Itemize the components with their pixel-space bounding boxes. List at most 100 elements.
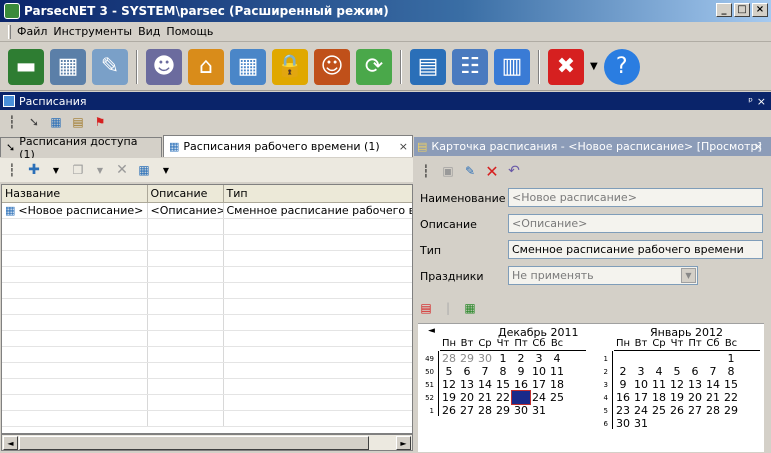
description-field[interactable]: <Описание> [508,214,763,233]
calendar-day[interactable]: 9 [512,365,530,378]
chevron-down-icon[interactable]: ▼ [48,162,64,178]
calendar-day[interactable]: 26 [440,404,458,417]
horizontal-scrollbar[interactable]: ◄ ► [1,434,413,451]
calendar-day[interactable]: 18 [650,391,668,404]
column-header-name[interactable]: Название [2,185,148,203]
chevron-down-icon[interactable]: ▼ [590,61,598,72]
chevron-down-icon[interactable]: ▼ [92,162,108,178]
calendar-day[interactable]: 15 [494,378,512,391]
calendar-day[interactable]: 19 [440,391,458,404]
calendar-day[interactable]: 8 [494,365,512,378]
calendar-day[interactable]: 6 [686,365,704,378]
scroll-thumb[interactable] [19,436,369,450]
calendar-day[interactable]: 14 [476,378,494,391]
undo-icon[interactable]: ↶ [506,163,522,179]
calendar-day[interactable]: 12 [440,378,458,391]
pin-icon[interactable]: ᵖ [748,95,753,108]
scroll-right-button[interactable]: ► [396,436,411,450]
edit-icon[interactable]: ✎ [462,163,478,179]
org-chart-icon[interactable]: ☷ [452,48,488,85]
calendar-day[interactable]: 1 [494,352,512,365]
calendar-day[interactable]: 30 [614,417,632,430]
calendar-day[interactable]: 1 [722,352,740,365]
calendar-day[interactable]: 11 [548,365,566,378]
calendar-day[interactable]: 2 [614,365,632,378]
tab-close-button[interactable]: × [399,140,408,153]
calendar-day[interactable]: 22 [722,391,740,404]
calendar-day[interactable]: 3 [530,352,548,365]
table-row[interactable]: ▦ <Новое расписание> <Описание> Сменное р… [2,202,412,219]
calendar-day[interactable]: 26 [668,404,686,417]
calendar-day[interactable]: 6 [458,365,476,378]
calendar-day[interactable]: 20 [686,391,704,404]
network-card-icon[interactable]: ▬ [8,48,44,85]
minimize-button[interactable]: _ [716,3,732,17]
calendar-day[interactable]: 27 [458,404,476,417]
calendar-day[interactable]: 30 [512,404,530,417]
document-icon[interactable]: ▤ [70,114,86,130]
calendar-day[interactable]: 14 [704,378,722,391]
document-edit-icon[interactable]: ✎ [92,48,128,85]
calendar-day[interactable]: 12 [668,378,686,391]
panel-close-button[interactable]: × [757,95,766,108]
flag-icon[interactable]: ⚑ [92,114,108,130]
calendar-day[interactable]: 25 [548,391,566,404]
add-icon[interactable]: ✚ [26,162,42,178]
tab-access-schedules[interactable]: ➘ Расписания доступа (1) [0,135,162,161]
tab-work-schedules[interactable]: ▦ Расписания рабочего времени (1) × [163,135,413,157]
calendar-day[interactable]: 7 [704,365,722,378]
legend-icon[interactable]: ▦ [462,300,478,316]
calendar-day[interactable]: 4 [650,365,668,378]
calendar-icon[interactable]: ▥ [494,48,530,85]
calendar-day[interactable]: 28 [704,404,722,417]
calendar-day[interactable]: 2 [512,352,530,365]
close-button[interactable]: × [752,3,768,17]
today-icon[interactable]: ▤ [418,300,434,316]
delete-icon[interactable]: ✕ [484,162,500,181]
column-header-description[interactable]: Описание [147,185,224,203]
calendar-day[interactable]: 13 [686,378,704,391]
calendar-day[interactable]: 24 [632,404,650,417]
calendar-day[interactable]: 27 [686,404,704,417]
copy-icon[interactable]: ❐ [70,162,86,178]
calendar-day[interactable]: 17 [530,378,548,391]
calendar-day[interactable]: 28 [440,352,458,365]
calendar-day[interactable]: 24 [530,391,548,404]
work-schedule-icon[interactable]: ▦ [48,114,64,130]
calendar-day[interactable]: 7 [476,365,494,378]
calendar-day[interactable]: 11 [650,378,668,391]
menu-tools[interactable]: Инструменты [53,25,138,38]
holidays-select[interactable]: Не применять ▼ [508,266,698,285]
calendar-day[interactable]: 22 [494,391,512,404]
delete-icon[interactable]: ✕ [114,162,130,178]
calendar-grid-icon[interactable]: ▦ [230,48,266,85]
calendar-day[interactable]: 13 [458,378,476,391]
calendar-day[interactable]: 28 [476,404,494,417]
calendar-day[interactable]: 5 [668,365,686,378]
calendar-day[interactable]: 29 [458,352,476,365]
view-icon[interactable]: ▦ [136,162,152,178]
sync-icon[interactable]: ⟳ [356,48,392,85]
access-schedule-icon[interactable]: ➘ [26,114,42,130]
calendar-day[interactable]: 30 [476,352,494,365]
scroll-left-button[interactable]: ◄ [3,436,18,450]
calendar-day[interactable]: 16 [614,391,632,404]
calendar-day[interactable]: 5 [440,365,458,378]
calendar-day[interactable]: 10 [530,365,548,378]
calendar-day[interactable]: 15 [722,378,740,391]
user-icon[interactable]: ☻ [146,48,182,85]
maximize-button[interactable]: □ [734,3,750,17]
type-field[interactable]: Сменное расписание рабочего времени [508,240,763,259]
users-icon[interactable]: ☺ [314,48,350,85]
calendar-day[interactable]: 25 [650,404,668,417]
chip-icon[interactable]: ▦ [50,48,86,85]
calendar-day[interactable]: 29 [494,404,512,417]
name-field[interactable]: <Новое расписание> [508,188,763,207]
save-icon[interactable]: ▣ [440,163,456,179]
calendar-day[interactable]: 18 [548,378,566,391]
calendar-day[interactable]: 31 [530,404,548,417]
calendar-day[interactable]: 16 [512,378,530,391]
calendar-day[interactable]: 8 [722,365,740,378]
help-icon[interactable]: ? [603,48,640,85]
calendar-day[interactable]: 17 [632,391,650,404]
